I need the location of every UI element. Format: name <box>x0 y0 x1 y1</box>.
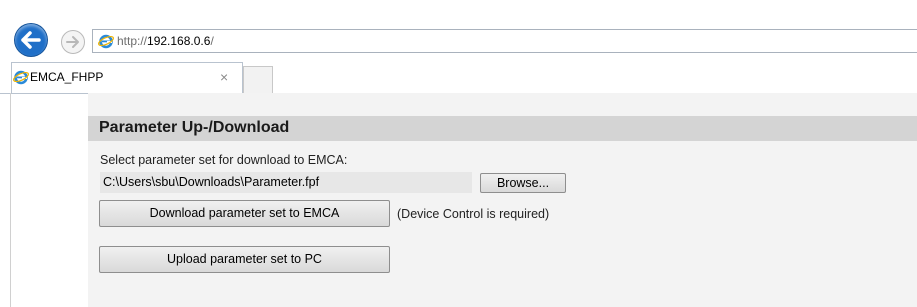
forward-button[interactable] <box>61 30 85 54</box>
url-path: / <box>210 34 214 48</box>
panel-title: Parameter Up-/Download <box>99 119 290 136</box>
forward-arrow-icon <box>66 36 79 48</box>
url-host: 192.168.0.6 <box>147 34 211 48</box>
back-button[interactable] <box>15 24 47 56</box>
tab-strip: EMCA_FHPP × <box>0 62 917 94</box>
browser-toolbar-top <box>0 0 917 27</box>
tab-close-icon[interactable]: × <box>220 69 228 85</box>
panel-header: Parameter Up-/Download <box>88 116 917 141</box>
internet-explorer-icon <box>98 34 114 49</box>
tab-emca-fhpp[interactable]: EMCA_FHPP × <box>11 62 243 93</box>
download-parameter-button[interactable]: Download parameter set to EMCA <box>99 200 390 227</box>
device-control-note: (Device Control is required) <box>397 207 550 221</box>
url-scheme: http:// <box>117 34 148 48</box>
page-left-border <box>10 93 11 307</box>
tab-title: EMCA_FHPP <box>30 70 104 84</box>
address-bar[interactable]: http://192.168.0.6/ <box>92 29 917 53</box>
internet-explorer-icon <box>13 70 29 85</box>
file-path-field[interactable]: C:\Users\sbu\Downloads\Parameter.fpf <box>100 172 472 193</box>
browse-button[interactable]: Browse... <box>480 173 566 193</box>
new-tab-button[interactable] <box>243 66 273 93</box>
back-arrow-icon <box>21 31 41 49</box>
address-url: http://192.168.0.6/ <box>117 34 214 48</box>
upload-parameter-button[interactable]: Upload parameter set to PC <box>99 246 390 273</box>
download-instruction: Select parameter set for download to EMC… <box>100 153 348 167</box>
